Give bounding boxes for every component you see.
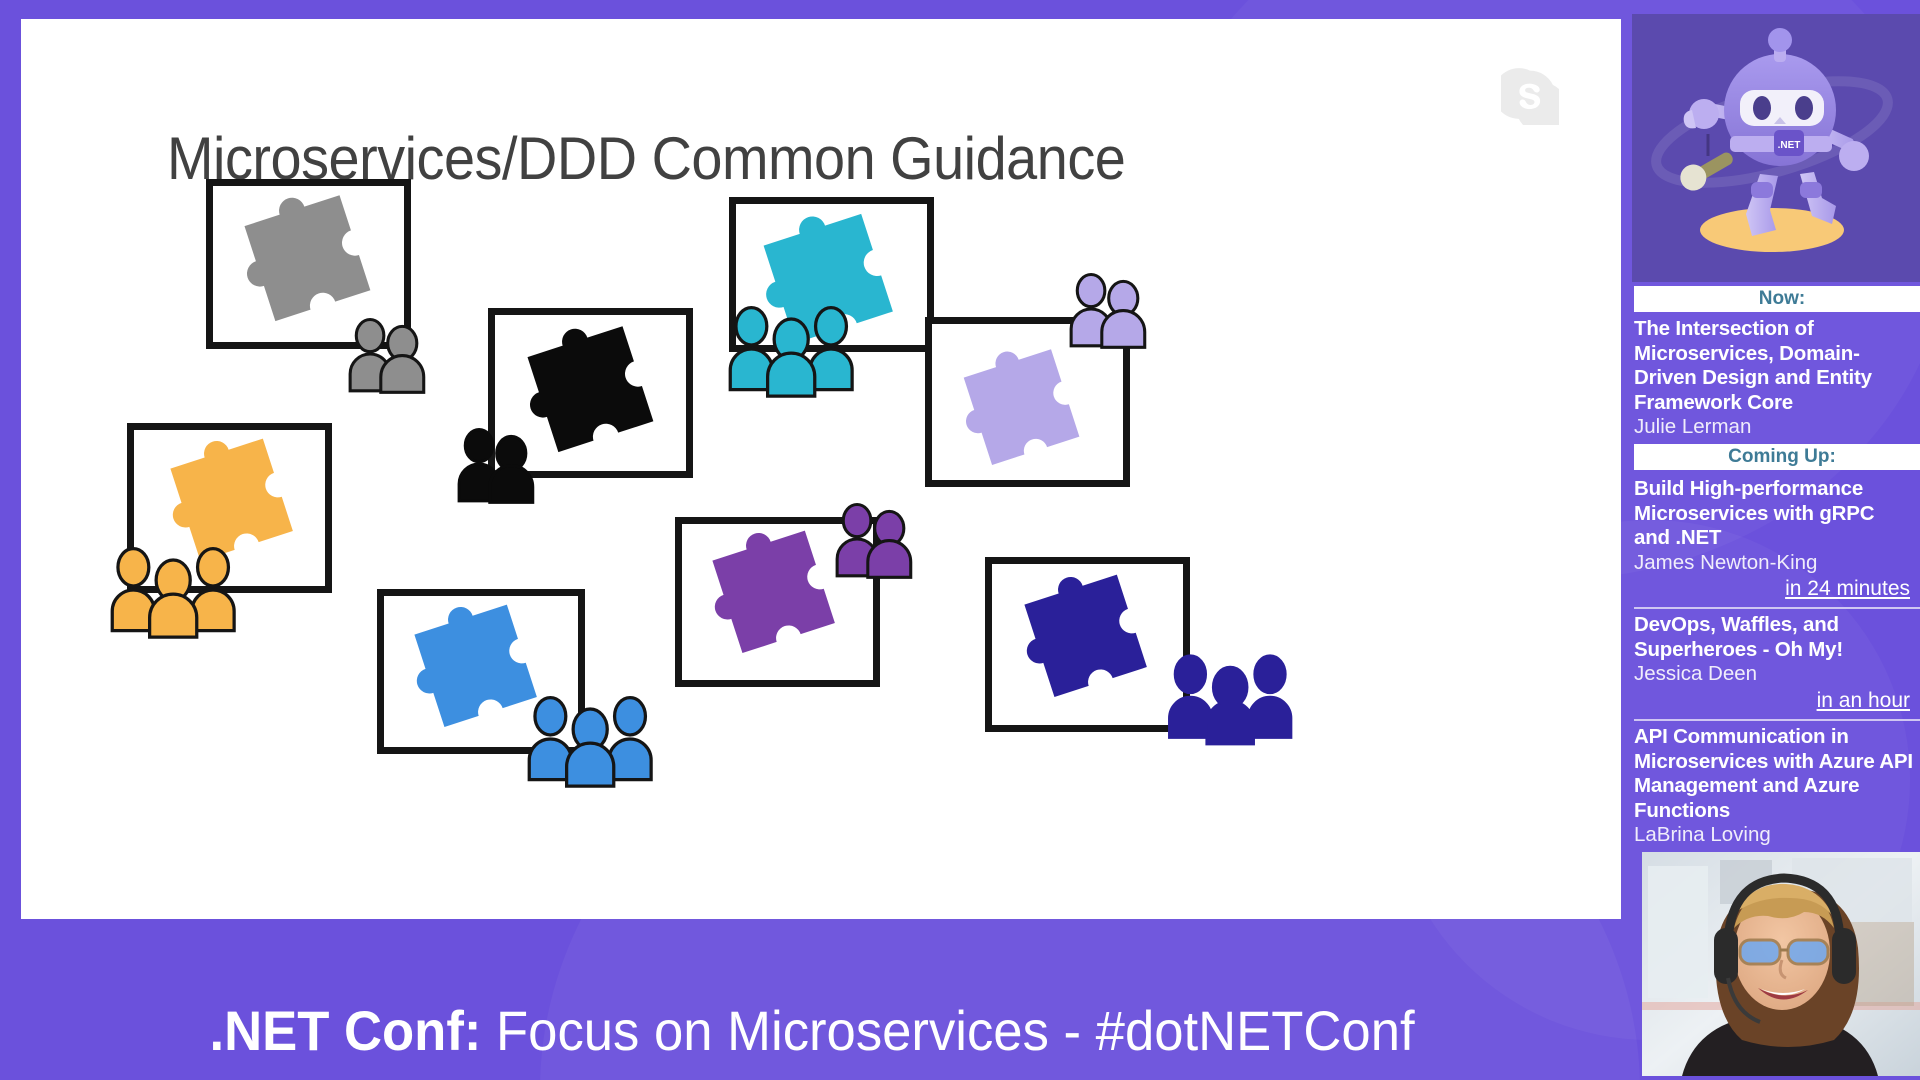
dotnet-robot-mascot: .NET	[1632, 14, 1920, 282]
puzzle-piece-icon	[963, 349, 1080, 465]
upcoming-session-speaker: James Newton-King	[1634, 550, 1818, 574]
upcoming-session-title: DevOps, Waffles, and Superheroes - Oh My…	[1634, 613, 1844, 661]
upcoming-session-title: API Communication in Microservices with …	[1634, 725, 1913, 822]
people-group-icon	[348, 317, 426, 394]
upcoming-session-speaker: Jessica Deen	[1634, 662, 1758, 685]
upcoming-session-2: DevOps, Waffles, and Superheroes - Oh My…	[1624, 610, 1920, 716]
upcoming-session-3: API Communication in Microservices with …	[1624, 722, 1920, 851]
upcoming-session-when: in 24 minutes	[1785, 577, 1910, 600]
upcoming-session-when: in an hour	[1816, 688, 1910, 712]
people-group-icon	[457, 427, 535, 504]
people-group-icon	[1069, 272, 1147, 349]
people-group-icon	[527, 695, 653, 788]
now-session: The Intersection of Microservices, Domai…	[1624, 314, 1920, 443]
now-session-speaker: Julie Lerman	[1634, 415, 1752, 438]
people-group-icon	[110, 546, 236, 639]
shared-slide[interactable]: Microservices/DDD Common Guidance	[21, 19, 1621, 919]
session-divider	[1634, 719, 1920, 721]
coming-up-header: Coming Up:	[1634, 444, 1920, 470]
svg-text:.NET: .NET	[1778, 140, 1801, 151]
banner-text: .NET Conf: Focus on Microservices - #dot…	[209, 998, 1414, 1063]
people-group-icon	[1168, 654, 1293, 746]
banner-regular: Focus on Microservices - #dotNETConf	[481, 998, 1415, 1062]
session-divider	[1634, 607, 1920, 609]
upcoming-session-speaker: LaBrina Loving	[1634, 823, 1771, 846]
bottom-banner: .NET Conf: Focus on Microservices - #dot…	[0, 980, 1624, 1080]
upcoming-session-title: Build High-performance Microservices wit…	[1634, 477, 1875, 549]
people-group-icon	[728, 305, 854, 398]
banner-bold: .NET Conf:	[209, 998, 482, 1062]
puzzle-piece-icon	[1024, 574, 1147, 698]
upcoming-session-1: Build High-performance Microservices wit…	[1624, 474, 1920, 604]
now-session-title: The Intersection of Microservices, Domai…	[1634, 317, 1872, 414]
speaker-webcam[interactable]	[1642, 852, 1920, 1076]
people-group-icon	[835, 502, 913, 579]
skype-icon	[1501, 68, 1559, 125]
now-header: Now:	[1634, 286, 1920, 312]
event-sidebar: .NET Now: The Intersection of Microservi…	[1624, 0, 1920, 1080]
